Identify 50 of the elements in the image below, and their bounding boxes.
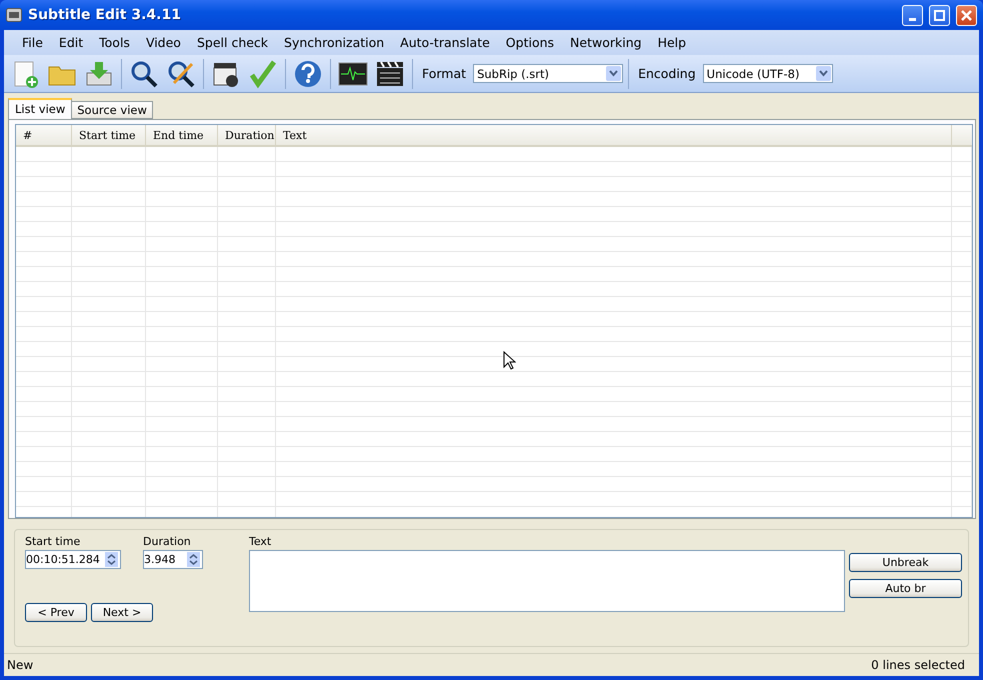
text-button[interactable]: Unbreak <box>849 553 962 572</box>
checkmark-icon <box>248 58 278 88</box>
help-icon <box>293 58 323 88</box>
mouse-pointer-icon <box>503 351 516 370</box>
menu-item[interactable]: Options <box>498 35 562 50</box>
menu-item[interactable]: Spell check <box>188 35 276 50</box>
app-icon <box>6 8 22 22</box>
subtitle-table[interactable]: # Start time End time Duration Text <box>15 124 973 518</box>
close-icon <box>961 10 972 20</box>
menu-item[interactable]: Edit <box>50 35 92 50</box>
spin-arrows-icon <box>189 553 198 566</box>
menu-item[interactable]: Synchronization <box>276 35 392 50</box>
duration-field[interactable]: 3.948 <box>143 550 203 569</box>
start-time-field[interactable]: 00:10:51.284 <box>25 550 121 569</box>
column-header[interactable]: Start time <box>72 125 146 145</box>
clapperboard-icon <box>375 58 405 88</box>
menu-item[interactable]: Networking <box>562 35 650 50</box>
column-header[interactable]: Duration <box>218 125 276 145</box>
maximize-icon <box>934 10 945 20</box>
next-button[interactable]: Next > <box>91 603 153 622</box>
close-button[interactable] <box>956 4 977 26</box>
menu-item[interactable]: Tools <box>91 35 138 50</box>
encoding-label: Encoding <box>638 66 696 81</box>
encoding-dropdown[interactable]: Unicode (UTF-8) <box>702 64 833 83</box>
menu-item[interactable]: Auto-translate <box>392 35 498 50</box>
format-dropdown[interactable]: SubRip (.srt) <box>473 64 624 83</box>
tab[interactable]: Source view <box>71 101 153 119</box>
prev-button[interactable]: < Prev <box>25 603 87 622</box>
search-icon <box>129 58 159 88</box>
duration-label: Duration <box>143 535 192 548</box>
menu-item[interactable]: Help <box>650 35 694 50</box>
column-header[interactable]: Text <box>276 125 952 145</box>
start-time-label: Start time <box>25 535 82 548</box>
menu-item[interactable]: Video <box>138 35 189 50</box>
format-label: Format <box>422 66 466 81</box>
text-label: Text <box>249 535 272 548</box>
subtitle-text-field[interactable] <box>249 550 845 612</box>
minimize-button[interactable] <box>902 4 923 26</box>
selection-count: 0 lines selected <box>871 658 965 672</box>
minimize-icon <box>909 18 916 20</box>
spin-arrows-icon <box>107 553 116 566</box>
column-header[interactable]: End time <box>146 125 218 145</box>
maximize-button[interactable] <box>929 4 950 26</box>
column-header[interactable]: # <box>16 125 72 145</box>
text-button[interactable]: Auto br <box>849 579 962 598</box>
window-title: Subtitle Edit 3.4.11 <box>28 7 182 23</box>
menu-item[interactable]: File <box>14 35 51 50</box>
tab[interactable]: List view <box>8 98 72 119</box>
search-pencil-icon <box>166 58 196 88</box>
status-text: New <box>7 658 34 672</box>
